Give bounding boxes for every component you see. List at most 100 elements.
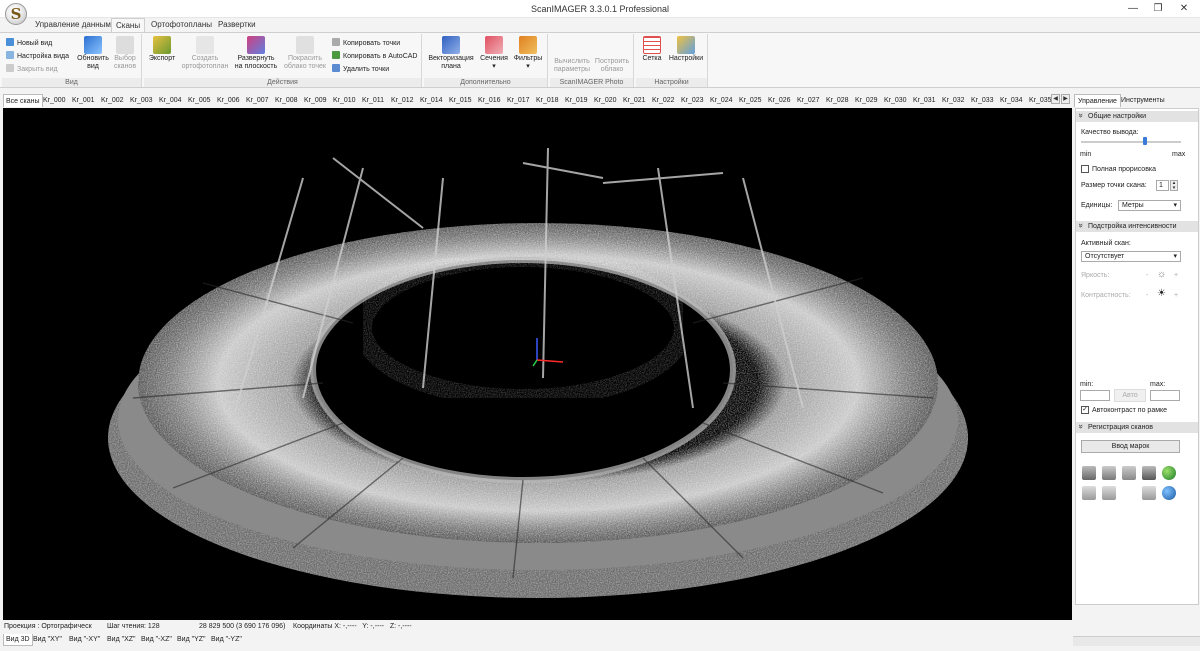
scan-tab[interactable]: Kr_006 <box>217 94 240 107</box>
tab-control[interactable]: Управление <box>1074 94 1121 107</box>
scroll-right-button[interactable]: ▶ <box>1061 94 1070 104</box>
point-cloud-viewport[interactable] <box>3 108 1072 620</box>
import-icon[interactable] <box>1082 486 1096 500</box>
scan-tab[interactable]: Kr_003 <box>130 94 153 107</box>
tab-orthophoto[interactable]: Ортофотопланы <box>147 18 216 32</box>
view-tab[interactable]: Вид 3D <box>3 634 33 646</box>
globe-icon[interactable] <box>1162 466 1176 480</box>
settings-button[interactable]: Настройки <box>667 36 705 63</box>
scan-tab[interactable]: Kr_032 <box>942 94 965 107</box>
enter-marks-button[interactable]: Ввод марок <box>1081 440 1180 453</box>
scan-tab[interactable]: Kr_010 <box>333 94 356 107</box>
grid-button[interactable]: Сетка <box>639 36 665 63</box>
units-select[interactable]: Метры <box>1118 200 1181 211</box>
scan-tab[interactable]: Kr_029 <box>855 94 878 107</box>
scan-tab[interactable]: Kr_022 <box>652 94 675 107</box>
scan-tab[interactable]: Kr_023 <box>681 94 704 107</box>
scan-tab[interactable]: Kr_027 <box>797 94 820 107</box>
scan-tab[interactable]: Kr_025 <box>739 94 762 107</box>
brightness-increase-button[interactable]: + <box>1174 272 1178 279</box>
view-tab[interactable]: Вид "-XZ" <box>141 634 172 646</box>
contrast-increase-button[interactable]: + <box>1174 292 1178 299</box>
filters-button[interactable]: Фильтры ▾ <box>512 36 544 71</box>
export-button[interactable]: Экспорт <box>147 36 177 63</box>
unfold-button[interactable]: Развернуть на плоскость <box>232 36 280 71</box>
intensity-header[interactable]: Подстройка интенсивности <box>1076 221 1198 232</box>
min-input[interactable] <box>1080 390 1110 401</box>
scan-tab[interactable]: Kr_007 <box>246 94 269 107</box>
scan-tab[interactable]: Kr_001 <box>72 94 95 107</box>
view-tab[interactable]: Вид "XZ" <box>107 634 136 646</box>
refresh-view-button[interactable]: Обновить вид <box>76 36 110 71</box>
scan-tab[interactable]: Kr_004 <box>159 94 182 107</box>
copy-autocad-button[interactable]: Копировать в AutoCAD <box>332 51 417 61</box>
minimize-button[interactable]: — <box>1123 2 1143 16</box>
view-tab[interactable]: Вид "-YZ" <box>211 634 242 646</box>
scan-tab[interactable]: Kr_026 <box>768 94 791 107</box>
scan-tab[interactable]: Kr_016 <box>478 94 501 107</box>
scan-tab[interactable]: Kr_012 <box>391 94 414 107</box>
active-scan-select[interactable]: Отсутствует <box>1081 251 1181 262</box>
scan-tab[interactable]: Kr_014 <box>420 94 443 107</box>
scan-tab[interactable]: Kr_002 <box>101 94 124 107</box>
brightness-decrease-button[interactable]: - <box>1146 272 1148 279</box>
calc-params-button[interactable]: Вычислить параметры <box>552 58 592 74</box>
auto-button[interactable]: Авто <box>1114 389 1146 402</box>
save-icon[interactable] <box>1142 466 1156 480</box>
scan-tab[interactable]: Kr_009 <box>304 94 327 107</box>
autocontrast-checkbox[interactable]: ✓ <box>1081 406 1089 414</box>
scan-tab[interactable]: Kr_033 <box>971 94 994 107</box>
quality-slider-thumb[interactable] <box>1143 137 1147 145</box>
view-tab[interactable]: Вид "-XY" <box>69 634 100 646</box>
scan-tab[interactable]: Kr_031 <box>913 94 936 107</box>
globe-blue-icon[interactable] <box>1162 486 1176 500</box>
open-folder-icon[interactable] <box>1102 486 1116 500</box>
vectorize-button[interactable]: Векторизация плана <box>426 36 476 71</box>
create-ortho-button[interactable]: Создать ортофотоплан <box>180 36 230 71</box>
sections-button[interactable]: Сечения ▾ <box>478 36 510 71</box>
contrast-decrease-button[interactable]: - <box>1146 292 1148 299</box>
split-icon[interactable] <box>1122 466 1136 480</box>
scroll-left-button[interactable]: ◀ <box>1051 94 1060 104</box>
view-tab[interactable]: Вид "YZ" <box>177 634 206 646</box>
hourglass-icon[interactable] <box>1082 466 1096 480</box>
scan-tab[interactable]: Kr_021 <box>623 94 646 107</box>
point-size-spinner[interactable]: ▴ ▾ <box>1170 180 1178 191</box>
scan-tab[interactable]: Kr_008 <box>275 94 298 107</box>
scan-tab[interactable]: Kr_011 <box>362 94 384 107</box>
scan-tab[interactable]: Kr_024 <box>710 94 733 107</box>
paint-cloud-button[interactable]: Покрасить облако точек <box>282 36 328 71</box>
close-view-button[interactable]: Закрыть вид <box>6 64 58 74</box>
point-size-input[interactable]: 1 <box>1156 180 1169 191</box>
scan-tab[interactable]: Kr_034 <box>1000 94 1023 107</box>
max-input[interactable] <box>1150 390 1180 401</box>
view-settings-button[interactable]: Настройка вида <box>6 51 69 61</box>
select-scans-button[interactable]: Выбор сканов <box>110 36 140 71</box>
app-logo-icon[interactable]: S <box>5 3 27 25</box>
panel-scrollbar[interactable] <box>1073 636 1200 646</box>
quality-slider-track[interactable] <box>1081 141 1181 143</box>
copy-points-button[interactable]: Копировать точки <box>332 38 400 48</box>
scan-tab[interactable]: Kr_017 <box>507 94 530 107</box>
tab-tools[interactable]: Инструменты <box>1118 94 1168 107</box>
copy-icon[interactable] <box>1142 486 1156 500</box>
build-cloud-button[interactable]: Построить облако <box>592 58 632 74</box>
new-view-button[interactable]: Новый вид <box>6 38 52 48</box>
view-tab[interactable]: Вид "XY" <box>33 634 62 646</box>
general-settings-header[interactable]: Общие настройки <box>1076 111 1198 122</box>
scan-tab[interactable]: Kr_019 <box>565 94 588 107</box>
scan-tab[interactable]: Kr_005 <box>188 94 211 107</box>
close-button[interactable]: ✕ <box>1174 2 1194 16</box>
scan-tab[interactable]: Kr_028 <box>826 94 849 107</box>
scan-tab[interactable]: Kr_035 <box>1029 94 1052 107</box>
scan-tab[interactable]: Kr_000 <box>43 94 66 107</box>
tab-data-management[interactable]: Управление данными <box>31 18 119 32</box>
merge-icon[interactable] <box>1102 466 1116 480</box>
registration-header[interactable]: Регистрация сканов <box>1076 422 1198 433</box>
tab-unfolds[interactable]: Развертки <box>214 18 260 32</box>
tab-scans[interactable]: Сканы <box>111 18 146 32</box>
scan-tab[interactable]: Kr_015 <box>449 94 472 107</box>
scan-tab[interactable]: Kr_018 <box>536 94 559 107</box>
maximize-button[interactable]: ❐ <box>1148 2 1168 16</box>
scan-tab[interactable]: Kr_030 <box>884 94 907 107</box>
